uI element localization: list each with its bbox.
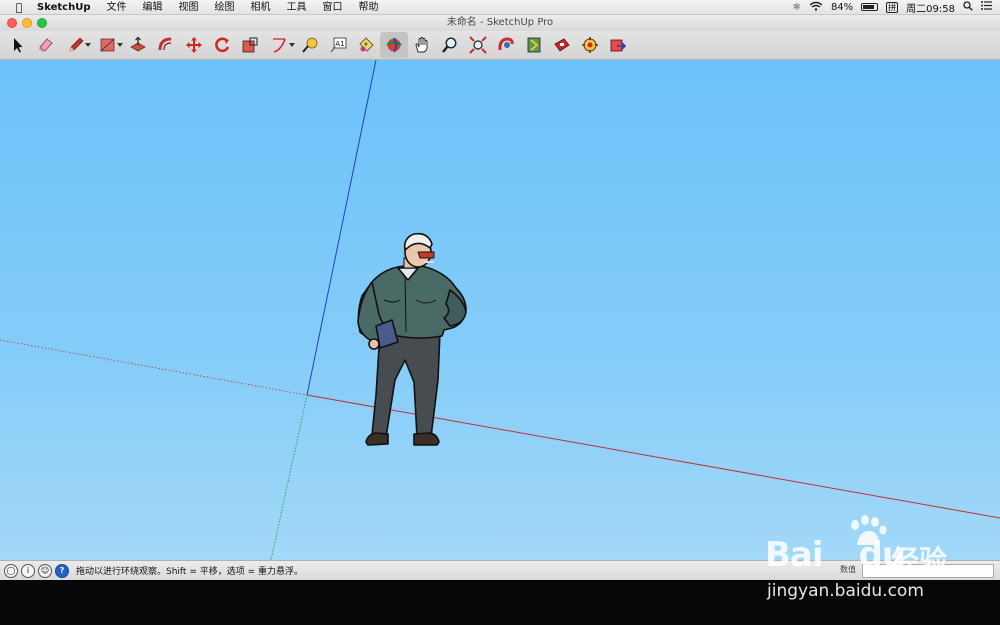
main-toolbar: A1 xyxy=(0,31,1000,60)
menu-view[interactable]: 视图 xyxy=(170,0,206,15)
help-icon[interactable]: ? xyxy=(55,563,69,578)
menu-help[interactable]: 帮助 xyxy=(350,0,386,15)
send-to-layout-tool[interactable] xyxy=(604,32,632,58)
menu-camera[interactable]: 相机 xyxy=(242,0,278,15)
eraser-tool[interactable] xyxy=(32,32,60,58)
extension-manager-tool[interactable] xyxy=(576,32,604,58)
zoom-tool[interactable] xyxy=(436,32,464,58)
credits-icon[interactable]: i xyxy=(21,563,35,578)
rectangle-tool[interactable] xyxy=(92,32,124,58)
chevron-down-icon[interactable] xyxy=(289,43,295,47)
offset-icon xyxy=(158,37,172,51)
push-pull-tool[interactable] xyxy=(124,32,152,58)
layout-icon xyxy=(554,38,570,52)
watermark-logo-text: Bai·du xyxy=(765,535,906,575)
text-tool-label: A1 xyxy=(335,40,344,48)
tape-measure-icon xyxy=(302,37,318,53)
geo-location-icon[interactable]: ◯ xyxy=(4,563,18,578)
zoom-extents-tool[interactable] xyxy=(464,32,492,58)
gear-icon xyxy=(582,37,598,53)
clock[interactable]: 周二09:58 xyxy=(906,0,955,15)
menu-file[interactable]: 文件 xyxy=(98,0,134,15)
menu-tools[interactable]: 工具 xyxy=(278,0,314,15)
rotate-tool[interactable] xyxy=(208,32,236,58)
warehouse-icon xyxy=(498,37,514,51)
watermark-url: jingyan.baidu.com xyxy=(767,581,924,601)
hand-icon xyxy=(415,37,428,53)
magnifier-icon xyxy=(442,37,457,53)
scale-icon xyxy=(242,37,258,53)
menu-edit[interactable]: 编辑 xyxy=(134,0,170,15)
extension-icon xyxy=(527,37,541,53)
wifi-icon[interactable] xyxy=(809,1,823,14)
rotate-icon xyxy=(215,37,230,53)
push-pull-icon xyxy=(130,36,146,52)
orbit-icon xyxy=(386,37,402,53)
rectangle-icon xyxy=(100,38,115,52)
scene-canvas xyxy=(0,60,1000,560)
window-title: 未命名 - SketchUp Pro xyxy=(446,17,554,28)
red-axis-hidden xyxy=(0,339,308,396)
paint-bucket-tool[interactable] xyxy=(352,32,380,58)
bluetooth-icon[interactable]: ✱ xyxy=(793,2,801,13)
move-tool[interactable] xyxy=(180,32,208,58)
scale-tool[interactable] xyxy=(236,32,264,58)
paint-bucket-icon xyxy=(359,37,374,52)
line-tool[interactable] xyxy=(60,32,92,58)
text-icon: A1 xyxy=(330,37,347,53)
move-icon xyxy=(186,37,202,53)
watermark-cn-text: 经验 xyxy=(891,544,948,577)
menu-app-name[interactable]: SketchUp xyxy=(29,0,98,15)
send-icon xyxy=(610,39,627,52)
red-axis xyxy=(306,394,1000,519)
eraser-icon xyxy=(39,38,53,52)
status-menus: ✱ 84% 拼 周二09:58 xyxy=(793,0,1000,15)
extension-warehouse-tool[interactable] xyxy=(520,32,548,58)
offset-tool[interactable] xyxy=(152,32,180,58)
apple-icon[interactable]:  xyxy=(9,1,29,14)
orbit-tool[interactable] xyxy=(380,32,408,58)
battery-percent: 84% xyxy=(830,1,854,13)
chevron-down-icon[interactable] xyxy=(117,43,123,47)
battery-icon[interactable] xyxy=(861,3,879,11)
green-axis-hidden xyxy=(270,394,308,560)
tape-measure-tool[interactable] xyxy=(296,32,324,58)
notification-center-icon[interactable] xyxy=(981,1,992,13)
chevron-down-icon[interactable] xyxy=(85,43,91,47)
arrow-icon xyxy=(14,38,23,53)
macos-menubar:  SketchUp 文件 编辑 视图 绘图 相机 工具 窗口 帮助 ✱ 84%… xyxy=(0,0,1000,15)
3d-warehouse-tool[interactable] xyxy=(492,32,520,58)
pencil-icon xyxy=(69,37,84,52)
user-account-icon[interactable]: ☺ xyxy=(38,563,52,578)
zoom-window-button[interactable] xyxy=(37,18,47,28)
blue-axis xyxy=(306,60,377,396)
window-titlebar[interactable]: 未命名 - SketchUp Pro xyxy=(0,15,1000,31)
arc-tool[interactable] xyxy=(264,32,296,58)
baidu-jingyan-watermark: Bai·du 经验 jingyan.baidu.com xyxy=(765,515,995,605)
zoom-extents-icon xyxy=(469,36,487,54)
menu-draw[interactable]: 绘图 xyxy=(206,0,242,15)
status-message: 拖动以进行环绕观察。Shift = 平移，选项 = 重力悬浮。 xyxy=(76,567,303,577)
menu-window[interactable]: 窗口 xyxy=(314,0,350,15)
pan-tool[interactable] xyxy=(408,32,436,58)
close-window-button[interactable] xyxy=(7,18,17,28)
spotlight-search-icon[interactable] xyxy=(963,0,973,14)
modeling-viewport[interactable] xyxy=(0,60,1000,560)
select-tool[interactable] xyxy=(4,32,32,58)
arc-icon xyxy=(273,38,286,53)
layout-tool[interactable] xyxy=(548,32,576,58)
text-tool[interactable]: A1 xyxy=(324,32,352,58)
minimize-window-button[interactable] xyxy=(22,18,32,28)
input-method-icon[interactable]: 拼 xyxy=(886,1,899,13)
